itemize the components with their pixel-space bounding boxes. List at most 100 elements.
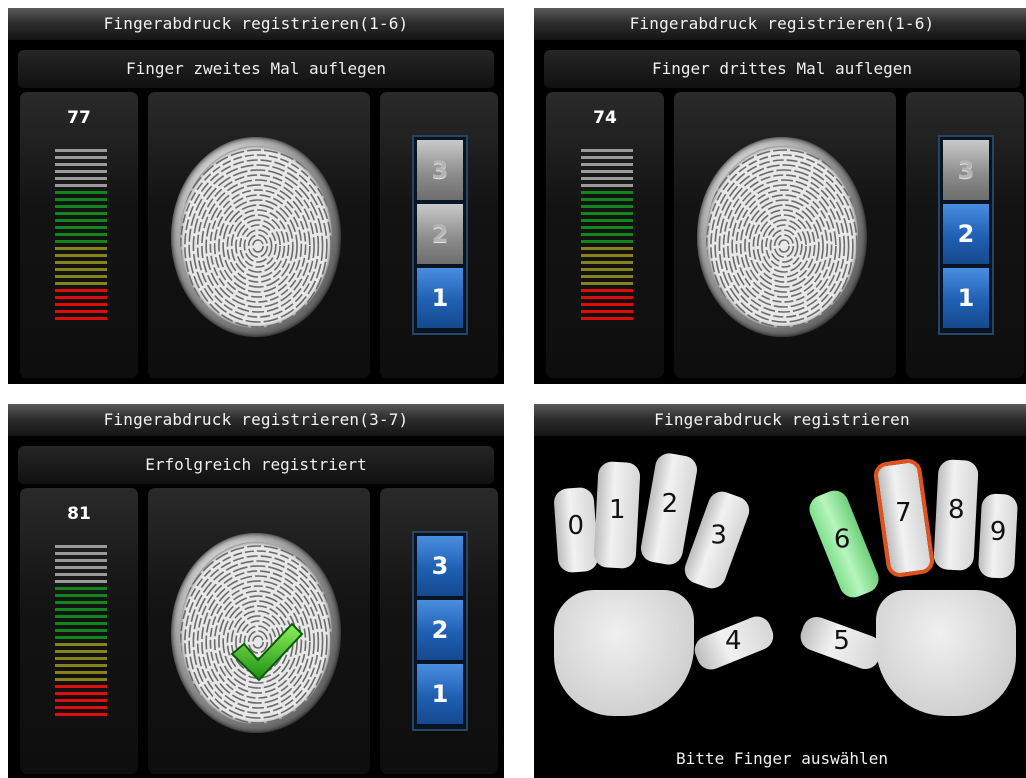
progress-step-2: 2 [943, 204, 989, 264]
select-finger-prompt: Bitte Finger auswählen [676, 749, 888, 768]
quality-bar [55, 268, 107, 271]
quality-bar [55, 219, 107, 222]
quality-bar [581, 310, 633, 313]
quality-value: 74 [593, 108, 617, 128]
screen-title: Fingerabdruck registrieren(3-7) [8, 404, 504, 436]
quality-bar [55, 573, 107, 576]
finger-6[interactable]: 6 [805, 486, 883, 602]
quality-bar [55, 678, 107, 681]
quality-bar [55, 247, 107, 250]
enroll-screen-3: Fingerabdruck registrieren(3-7) Erfolgre… [8, 404, 504, 778]
quality-bar [581, 219, 633, 222]
quality-bar [581, 289, 633, 292]
quality-bar [581, 163, 633, 166]
quality-bar [581, 226, 633, 229]
progress-panel: 321 [380, 488, 498, 774]
quality-bar [55, 552, 107, 555]
quality-bar [581, 296, 633, 299]
quality-bar [55, 177, 107, 180]
quality-bar [55, 713, 107, 716]
progress-panel: 321 [380, 92, 498, 378]
quality-bar [581, 149, 633, 152]
quality-bar [55, 205, 107, 208]
finger-label: 1 [608, 494, 626, 525]
finger-label: 8 [948, 494, 965, 525]
quality-bar [55, 671, 107, 674]
fingerprint-icon [180, 146, 332, 328]
quality-bar [55, 622, 107, 625]
fingerprint-panel [674, 92, 896, 378]
quality-bar [581, 233, 633, 236]
fingerprint-frame [171, 533, 341, 733]
progress-step-2: 2 [417, 600, 463, 660]
screen-title: Fingerabdruck registrieren(1-6) [534, 8, 1026, 40]
quality-bar [55, 636, 107, 639]
finger-label: 5 [833, 626, 850, 657]
quality-bar [55, 594, 107, 597]
quality-meter [55, 149, 107, 324]
quality-bar [55, 296, 107, 299]
quality-bar [581, 282, 633, 285]
quality-bar [55, 664, 107, 667]
finger-0[interactable]: 0 [553, 486, 599, 574]
finger-1[interactable]: 1 [593, 460, 641, 570]
progress-panel: 321 [906, 92, 1024, 378]
finger-3[interactable]: 3 [680, 487, 754, 593]
progress-step-3: 3 [417, 140, 463, 200]
quality-bar [55, 650, 107, 653]
finger-4[interactable]: 4 [690, 612, 778, 674]
quality-bar [581, 317, 633, 320]
enroll-screen-2: Fingerabdruck registrieren(1-6) Finger d… [534, 8, 1026, 384]
quality-bar [55, 706, 107, 709]
quality-bar [581, 191, 633, 194]
quality-bar [55, 170, 107, 173]
enroll-progress: 321 [412, 531, 468, 731]
fingerprint-icon [706, 146, 858, 328]
quality-bar [55, 226, 107, 229]
progress-step-2: 2 [417, 204, 463, 264]
quality-panel: 81 [20, 488, 138, 774]
quality-bar [55, 629, 107, 632]
quality-value: 81 [67, 504, 91, 524]
finger-label: 0 [567, 510, 584, 541]
finger-5[interactable]: 5 [796, 613, 886, 673]
quality-bar [55, 580, 107, 583]
finger-9[interactable]: 9 [977, 493, 1019, 579]
quality-bar [581, 156, 633, 159]
quality-bar [581, 198, 633, 201]
finger-label: 4 [725, 626, 742, 657]
progress-step-3: 3 [943, 140, 989, 200]
quality-bar [581, 240, 633, 243]
quality-bar [581, 205, 633, 208]
quality-bar [55, 149, 107, 152]
quality-bar [55, 156, 107, 159]
quality-panel: 77 [20, 92, 138, 378]
quality-bar [55, 233, 107, 236]
quality-panel: 74 [546, 92, 664, 378]
quality-bar [55, 587, 107, 590]
enroll-progress: 321 [938, 135, 994, 335]
progress-step-1: 1 [943, 268, 989, 328]
fingerprint-frame [697, 137, 867, 337]
quality-bar [55, 289, 107, 292]
quality-bar [55, 643, 107, 646]
quality-bar [55, 212, 107, 215]
finger-8[interactable]: 8 [933, 459, 979, 571]
quality-bar [55, 692, 107, 695]
quality-bar [581, 268, 633, 271]
finger-7[interactable]: 7 [872, 457, 936, 579]
finger-label: 2 [661, 488, 679, 519]
quality-bar [581, 177, 633, 180]
quality-bar [55, 657, 107, 660]
fingerprint-panel [148, 488, 370, 774]
quality-bar [55, 282, 107, 285]
progress-step-1: 1 [417, 268, 463, 328]
quality-bar [55, 317, 107, 320]
quality-bar [581, 254, 633, 257]
status-message: Erfolgreich registriert [18, 446, 494, 484]
quality-bar [581, 212, 633, 215]
fingerprint-frame [171, 137, 341, 337]
quality-bar [55, 184, 107, 187]
quality-bar [55, 615, 107, 618]
finger-label: 7 [894, 497, 912, 528]
